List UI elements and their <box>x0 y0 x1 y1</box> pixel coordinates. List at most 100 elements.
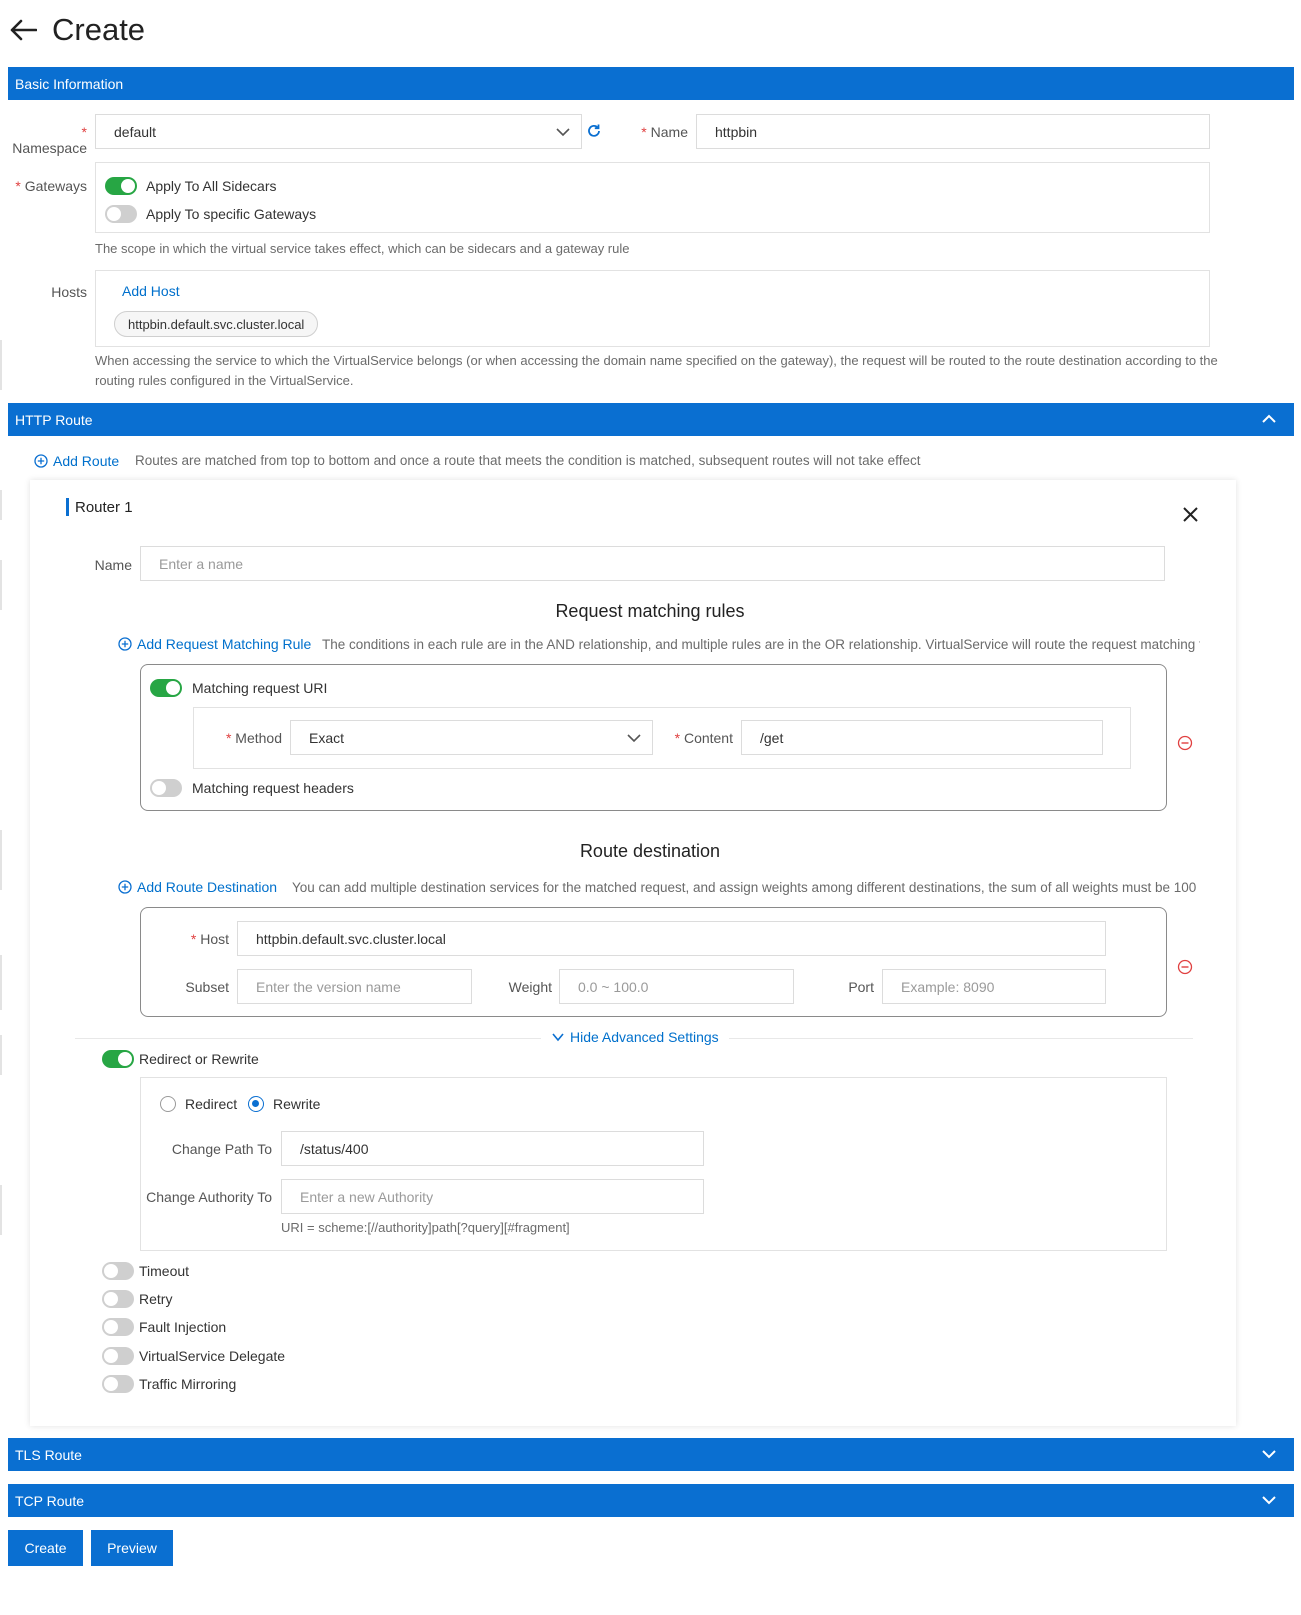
change-path-value: /status/400 <box>300 1140 369 1157</box>
router-name-input[interactable]: Enter a name <box>140 546 1165 581</box>
timeout-label: Timeout <box>139 1263 190 1279</box>
route-destination-title: Route destination <box>579 841 721 861</box>
apply-all-sidecars-toggle[interactable] <box>105 177 137 195</box>
router-title-accent <box>66 498 69 516</box>
traffic-mirroring-toggle[interactable] <box>102 1375 134 1393</box>
basic-information-header: Basic Information <box>8 67 1294 100</box>
retry-label: Retry <box>139 1291 173 1307</box>
namespace-label: Namespace <box>9 124 87 156</box>
add-host-link[interactable]: Add Host <box>122 283 180 299</box>
left-edge-line <box>0 340 2 390</box>
host-input[interactable]: httpbin.default.svc.cluster.local <box>237 921 1106 956</box>
remove-rule-icon[interactable] <box>1177 735 1193 751</box>
host-chip-label: httpbin.default.svc.cluster.local <box>128 316 305 332</box>
left-edge-line <box>0 490 2 520</box>
chevron-down-icon <box>556 128 570 137</box>
name-label: Name <box>640 124 688 140</box>
add-route-destination-button[interactable]: Add Route Destination <box>118 879 277 895</box>
plus-circle-icon <box>118 637 132 651</box>
add-route-destination-label: Add Route Destination <box>137 879 278 895</box>
chevron-down-icon <box>552 1033 564 1042</box>
host-value: httpbin.default.svc.cluster.local <box>256 930 446 947</box>
hosts-label: Hosts <box>51 284 87 300</box>
section-title: HTTP Route <box>15 411 93 428</box>
gateways-box <box>95 162 1210 233</box>
back-arrow-icon[interactable] <box>8 15 38 45</box>
chevron-down-icon[interactable] <box>1260 1491 1278 1509</box>
tcp-route-header[interactable]: TCP Route <box>8 1484 1294 1517</box>
apply-specific-gateways-label: Apply To specific Gateways <box>146 206 317 222</box>
left-edge-line <box>0 955 2 1010</box>
content-input[interactable]: /get <box>741 720 1103 755</box>
match-uri-label: Matching request URI <box>192 680 328 696</box>
page-title: Create <box>52 12 146 47</box>
change-authority-label: Change Authority To <box>146 1189 272 1205</box>
remove-destination-icon[interactable] <box>1177 959 1193 975</box>
preview-button[interactable]: Preview <box>91 1530 173 1566</box>
match-headers-toggle[interactable] <box>150 779 182 797</box>
http-route-header[interactable]: HTTP Route <box>8 403 1294 436</box>
host-chip[interactable]: httpbin.default.svc.cluster.local <box>114 311 319 337</box>
redirect-label: Redirect <box>185 1096 238 1112</box>
method-value: Exact <box>309 729 345 746</box>
port-label: Port <box>848 979 874 995</box>
create-button[interactable]: Create <box>8 1530 83 1566</box>
apply-specific-gateways-toggle[interactable] <box>105 205 137 223</box>
virtualservice-delegate-toggle[interactable] <box>102 1347 134 1365</box>
chevron-up-icon[interactable] <box>1260 410 1278 428</box>
change-authority-placeholder: Enter a new Authority <box>300 1188 434 1205</box>
weight-placeholder: 0.0 ~ 100.0 <box>578 978 649 995</box>
section-title: Basic Information <box>15 75 124 92</box>
match-uri-toggle[interactable] <box>150 679 182 697</box>
timeout-toggle[interactable] <box>102 1262 134 1280</box>
weight-label: Weight <box>508 979 552 995</box>
add-request-matching-rule-button[interactable]: Add Request Matching Rule <box>118 636 311 652</box>
refresh-icon[interactable] <box>586 123 602 139</box>
rewrite-radio[interactable] <box>248 1096 264 1112</box>
add-request-matching-rule-label: Add Request Matching Rule <box>137 636 312 652</box>
namespace-select[interactable]: default <box>95 114 582 149</box>
subset-label: Subset <box>185 979 229 995</box>
change-path-input[interactable]: /status/400 <box>281 1131 704 1166</box>
hide-advanced-settings-button[interactable]: Hide Advanced Settings <box>541 1029 729 1045</box>
retry-toggle[interactable] <box>102 1290 134 1308</box>
add-route-button[interactable]: Add Route <box>34 453 119 469</box>
subset-input[interactable]: Enter the version name <box>237 969 472 1004</box>
chevron-down-icon[interactable] <box>1260 1445 1278 1463</box>
match-headers-label: Matching request headers <box>192 780 354 796</box>
content-value: /get <box>760 729 784 746</box>
subset-placeholder: Enter the version name <box>256 978 401 995</box>
weight-input[interactable]: 0.0 ~ 100.0 <box>559 969 794 1004</box>
namespace-value: default <box>114 123 157 140</box>
gateways-hint: The scope in which the virtual service t… <box>95 241 630 256</box>
traffic-mirroring-label: Traffic Mirroring <box>139 1376 237 1392</box>
apply-all-sidecars-label: Apply To All Sidecars <box>146 178 277 194</box>
left-edge-line <box>0 560 2 610</box>
plus-circle-icon <box>118 880 132 894</box>
add-route-hint: Routes are matched from top to bottom an… <box>135 453 921 468</box>
content-label: Content <box>665 730 733 746</box>
router-name-label: Name <box>94 557 132 573</box>
request-matching-title: Request matching rules <box>555 601 745 621</box>
close-icon[interactable] <box>1182 506 1199 523</box>
gateways-label: Gateways <box>9 178 87 194</box>
page-header: Create <box>8 8 145 52</box>
chevron-down-icon <box>627 734 641 743</box>
change-path-label: Change Path To <box>171 1141 272 1157</box>
method-select[interactable]: Exact <box>290 720 653 755</box>
section-title: TLS Route <box>15 1446 82 1463</box>
redirect-radio[interactable] <box>160 1096 176 1112</box>
virtualservice-delegate-label: VirtualService Delegate <box>139 1348 286 1364</box>
left-edge-line <box>0 1185 2 1235</box>
tls-route-header[interactable]: TLS Route <box>8 1438 1294 1471</box>
redirect-rewrite-label: Redirect or Rewrite <box>139 1051 259 1067</box>
change-authority-input[interactable]: Enter a new Authority <box>281 1179 704 1214</box>
redirect-rewrite-toggle[interactable] <box>102 1050 134 1068</box>
left-edge-line <box>0 830 2 890</box>
fault-injection-toggle[interactable] <box>102 1318 134 1336</box>
port-input[interactable]: Example: 8090 <box>882 969 1106 1004</box>
hide-advanced-settings-label: Hide Advanced Settings <box>570 1029 719 1045</box>
hosts-hint-line-1: When accessing the service to which the … <box>95 353 1218 368</box>
plus-circle-icon <box>34 454 48 468</box>
name-input[interactable]: httpbin <box>696 114 1210 149</box>
